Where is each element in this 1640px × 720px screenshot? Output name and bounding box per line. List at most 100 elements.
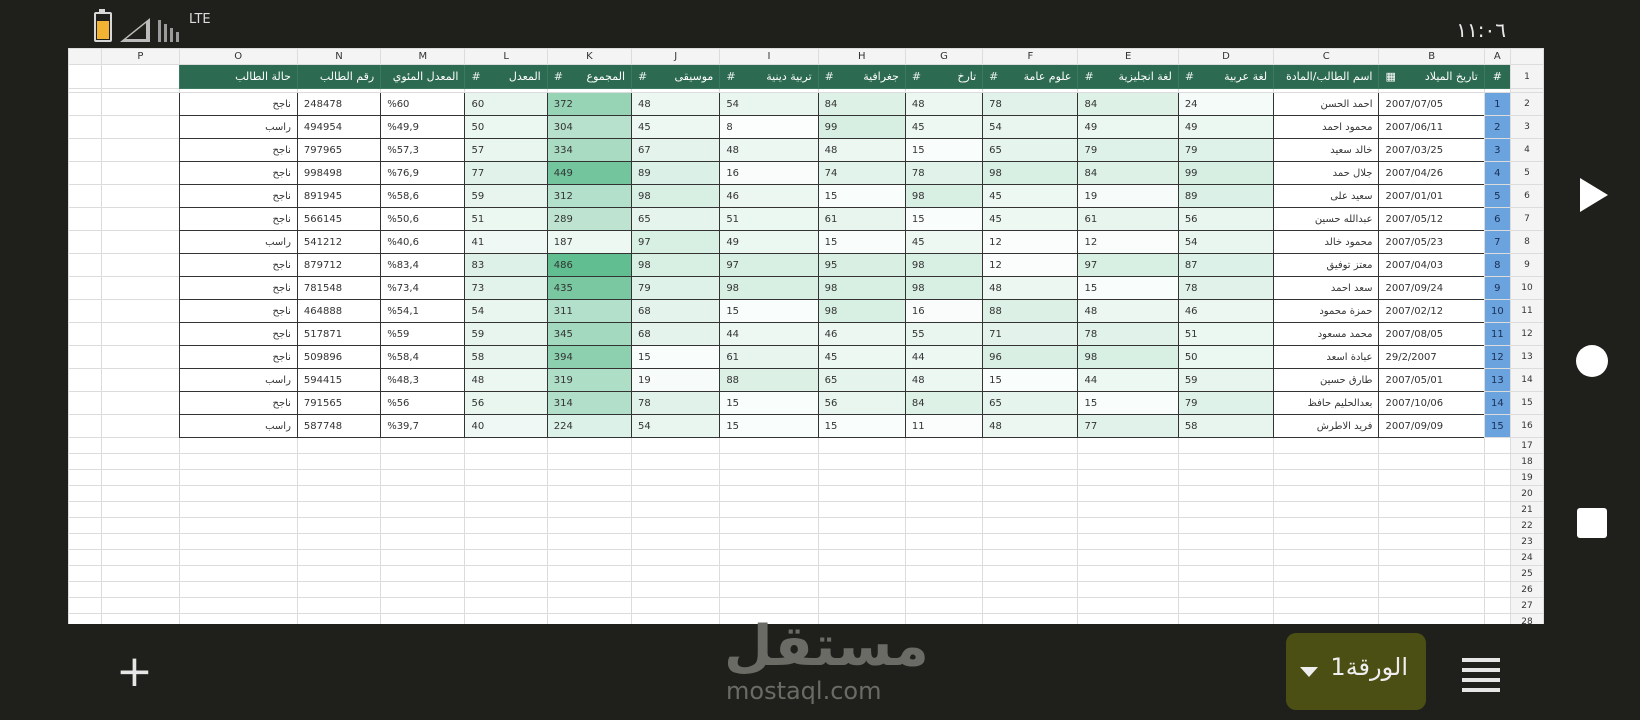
cell-science[interactable]: 45 (982, 184, 1079, 208)
cell-geography[interactable]: 95 (817, 253, 906, 277)
cell-p[interactable] (101, 161, 180, 185)
cell-status[interactable]: ناجح (178, 92, 298, 116)
header-birth[interactable]: تاريخ الميلاد ▦ (1378, 64, 1485, 89)
row-number[interactable]: 9 (1509, 253, 1544, 277)
cell-birth[interactable]: 2007/04/26 (1378, 161, 1485, 185)
cell-student_no[interactable]: 891945 (296, 184, 382, 208)
empty-cell[interactable] (546, 437, 633, 454)
table-row[interactable]: 5 4 2007/04/26 جلال حمد 99 84 98 78 74 16 89 449 77%… (68, 161, 1544, 185)
cell-history[interactable]: 16 (904, 299, 984, 323)
empty-cell[interactable] (380, 613, 466, 624)
corner-cell[interactable] (1509, 48, 1544, 65)
empty-cell[interactable] (101, 597, 180, 614)
empty-cell[interactable] (546, 549, 633, 566)
cell-arabic[interactable]: 49 (1177, 115, 1275, 139)
row-number[interactable]: 17 (1509, 437, 1544, 454)
cell-science[interactable]: 98 (982, 161, 1079, 185)
cell-history[interactable]: 44 (904, 345, 984, 369)
table-row[interactable]: 12 11 2007/08/05 محمد مسعود 51 78 71 55 46 44 68 34… (68, 322, 1544, 346)
empty-cell[interactable] (982, 437, 1079, 454)
empty-cell[interactable] (178, 533, 298, 550)
empty-cell[interactable] (1483, 597, 1511, 614)
cell-index[interactable]: 12 (1483, 345, 1511, 369)
table-row[interactable]: 6 5 2007/01/01 سعيد على 89 19 45 98 15 46 98 312 59%… (68, 184, 1544, 208)
empty-cell[interactable] (178, 597, 298, 614)
cell-history[interactable]: 48 (904, 368, 984, 392)
column-header-l[interactable]: L (464, 48, 548, 65)
cell-q[interactable] (68, 207, 103, 231)
cell-q[interactable] (68, 322, 103, 346)
cell-english[interactable]: 79 (1077, 138, 1179, 162)
empty-cell[interactable] (719, 597, 819, 614)
cell-average[interactable]: 57 (464, 138, 548, 162)
empty-cell[interactable] (178, 549, 298, 566)
header-average[interactable]: المعدل # (464, 64, 548, 89)
empty-cell[interactable] (546, 613, 633, 624)
empty-cell[interactable] (380, 437, 466, 454)
header-student_no[interactable]: رقم الطالب (296, 64, 382, 89)
empty-cell[interactable] (631, 613, 721, 624)
cell-name[interactable]: سعد احمد (1273, 276, 1380, 300)
cell-birth[interactable]: 2007/09/24 (1378, 276, 1485, 300)
cell-status[interactable]: ناجح (178, 161, 298, 185)
cell-english[interactable]: 15 (1077, 276, 1179, 300)
empty-cell[interactable] (1177, 565, 1275, 582)
cell-english[interactable]: 48 (1077, 299, 1179, 323)
cell-student_no[interactable]: 587748 (296, 414, 382, 438)
header-status[interactable]: حالة الطالب (178, 64, 298, 89)
cell-arabic[interactable]: 58 (1177, 414, 1275, 438)
cell-science[interactable]: 54 (982, 115, 1079, 139)
cell-student_no[interactable]: 464888 (296, 299, 382, 323)
empty-cell[interactable] (1378, 517, 1485, 534)
cell-religion[interactable]: 49 (719, 230, 819, 254)
cell-status[interactable]: ناجح (178, 184, 298, 208)
table-row[interactable]: 3 2 2007/06/11 محمود احمد 49 49 54 45 99 8 45 304 50… (68, 115, 1544, 139)
empty-cell[interactable] (719, 453, 819, 470)
header-religion[interactable]: تربية دينية # (719, 64, 819, 89)
cell-total[interactable]: 435 (546, 276, 633, 300)
cell-name[interactable]: طارق حسين (1273, 368, 1380, 392)
empty-cell[interactable] (1378, 485, 1485, 502)
column-header-b[interactable]: B (1378, 48, 1485, 65)
row-number[interactable]: 26 (1509, 581, 1544, 598)
empty-cell[interactable] (1483, 565, 1511, 582)
cell-p[interactable] (101, 276, 180, 300)
cell-q[interactable] (68, 230, 103, 254)
cell-geography[interactable]: 84 (817, 92, 906, 116)
cell-arabic[interactable]: 78 (1177, 276, 1275, 300)
empty-cell[interactable] (1273, 565, 1380, 582)
table-row[interactable]: 10 9 2007/09/24 سعد احمد 78 15 48 98 98 98 79 435 73… (68, 276, 1544, 300)
empty-cell[interactable] (464, 469, 548, 486)
column-header-k[interactable]: K (546, 48, 633, 65)
cell-percent[interactable]: %39,7 (380, 414, 466, 438)
cell-total[interactable]: 224 (546, 414, 633, 438)
header-music[interactable]: موسيقى # (631, 64, 721, 89)
nav-recents-icon[interactable] (1577, 508, 1607, 538)
row-number[interactable]: 6 (1509, 184, 1544, 208)
cell-music[interactable]: 78 (631, 391, 721, 415)
empty-cell[interactable] (1483, 453, 1511, 470)
cell-name[interactable]: خالد سعيد (1273, 138, 1380, 162)
column-header-n[interactable]: N (296, 48, 382, 65)
cell-status[interactable]: ناجح (178, 299, 298, 323)
empty-cell[interactable] (1077, 501, 1179, 518)
empty-cell[interactable] (817, 565, 906, 582)
cell-q[interactable] (68, 92, 103, 116)
empty-cell[interactable] (1378, 565, 1485, 582)
cell-status[interactable]: راسب (178, 115, 298, 139)
header-history[interactable]: تارخ # (904, 64, 984, 89)
empty-cell[interactable] (1077, 485, 1179, 502)
cell-status[interactable]: ناجح (178, 276, 298, 300)
cell-geography[interactable]: 56 (817, 391, 906, 415)
cell-q[interactable] (68, 115, 103, 139)
empty-cell[interactable] (1273, 469, 1380, 486)
empty-cell[interactable] (296, 533, 382, 550)
empty-cell[interactable] (1177, 613, 1275, 624)
row-number[interactable]: 4 (1509, 138, 1544, 162)
empty-cell[interactable] (464, 453, 548, 470)
empty-cell[interactable] (380, 565, 466, 582)
empty-cell[interactable] (631, 501, 721, 518)
cell-birth[interactable]: 2007/05/23 (1378, 230, 1485, 254)
cell-geography[interactable]: 99 (817, 115, 906, 139)
row-number[interactable]: 12 (1509, 322, 1544, 346)
